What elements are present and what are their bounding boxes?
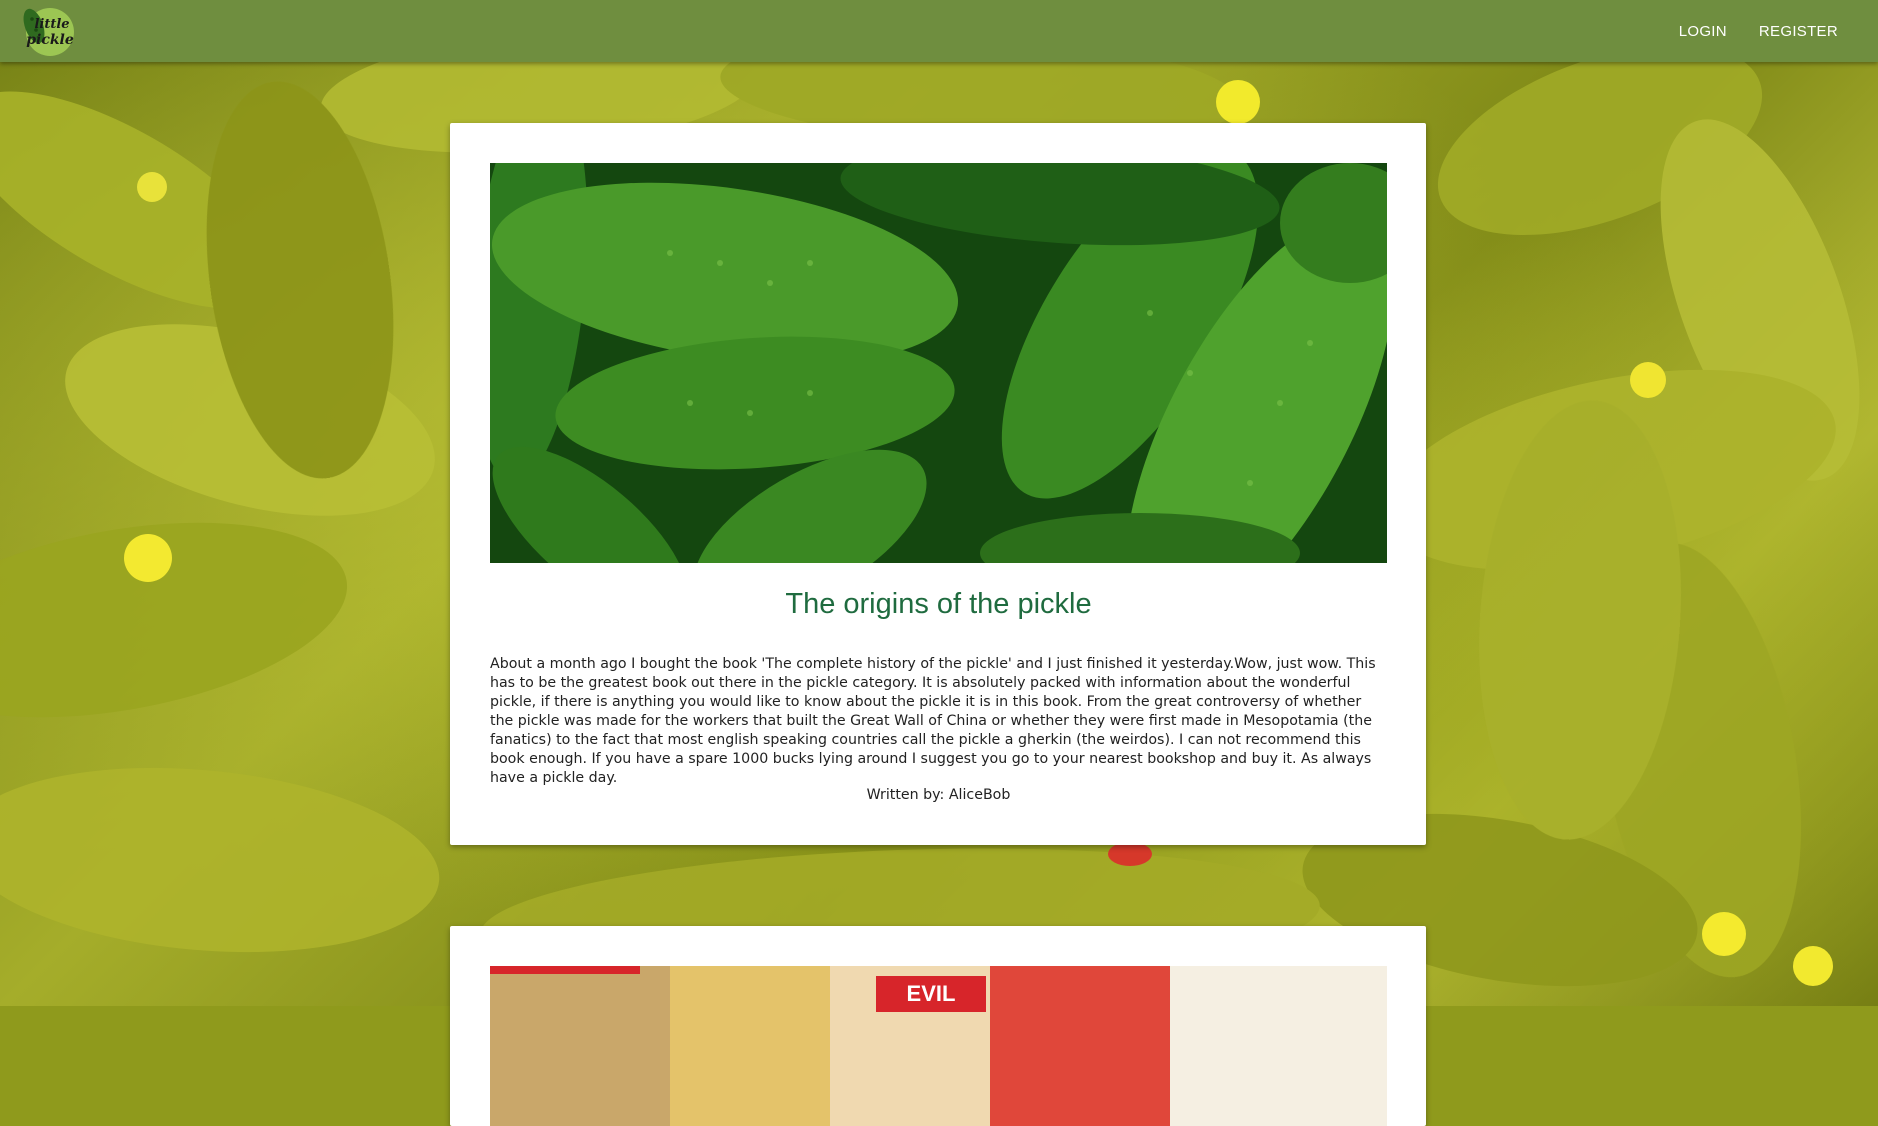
nav-links: LOGIN REGISTER [1679, 0, 1838, 62]
post-image-cucumbers [490, 163, 1387, 563]
svg-text:pickle: pickle [26, 32, 74, 48]
cucumbers-photo [490, 163, 1387, 563]
svg-text:little: little [34, 17, 69, 32]
post-card: The origins of the pickle About a month … [450, 123, 1426, 845]
post-body: About a month ago I bought the book 'The… [490, 656, 1376, 786]
post-title: The origins of the pickle [785, 588, 1092, 620]
pickle-logo-icon: little pickle [23, 8, 74, 56]
post-image-book-cover: EVIL [490, 966, 1387, 1126]
post-author: Written by: AliceBob [866, 787, 1011, 803]
register-link[interactable]: REGISTER [1759, 23, 1838, 40]
little-pickle-logo[interactable]: little pickle [20, 4, 76, 58]
post-card: EVIL [450, 926, 1426, 1126]
login-link[interactable]: LOGIN [1679, 23, 1727, 40]
top-navbar: little pickle LOGIN REGISTER [0, 0, 1878, 62]
evil-label: EVIL [876, 976, 986, 1012]
